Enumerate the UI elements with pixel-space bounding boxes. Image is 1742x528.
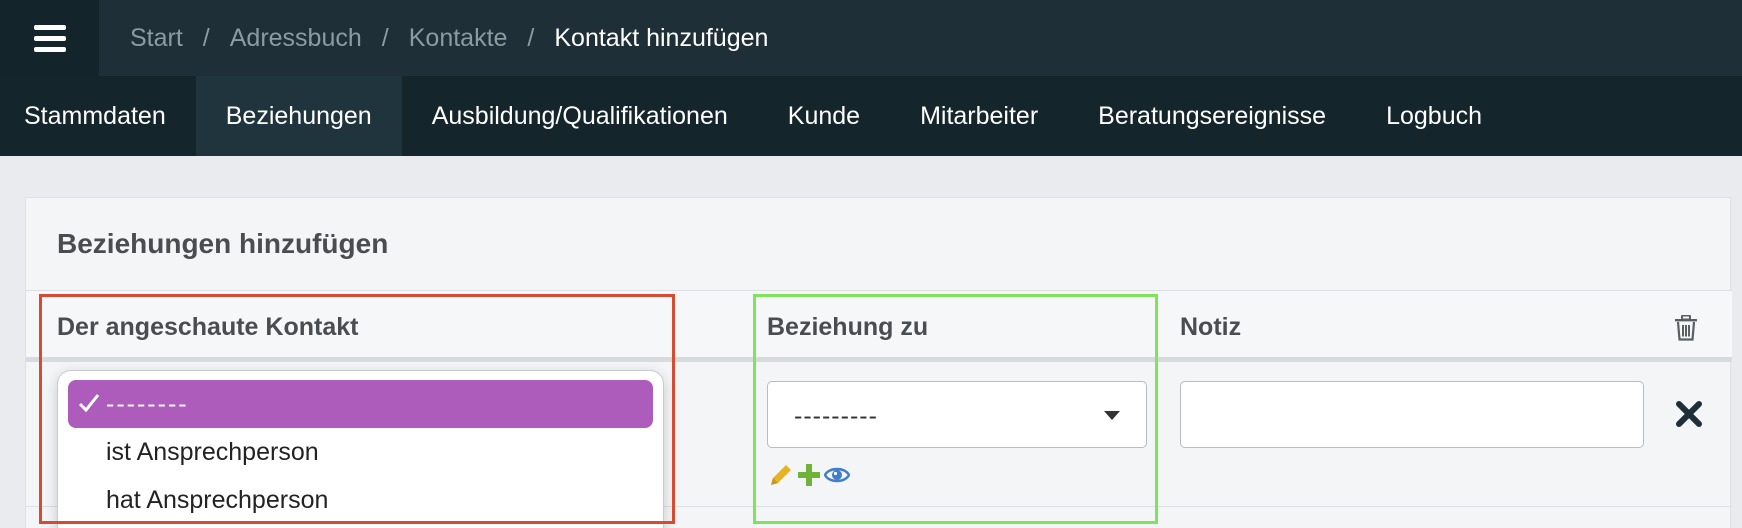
tab-logbuch[interactable]: Logbuch (1356, 76, 1512, 156)
note-input[interactable] (1180, 381, 1644, 448)
tab-beziehungen[interactable]: Beziehungen (195, 76, 402, 156)
plus-icon[interactable] (796, 462, 822, 488)
hamburger-menu-icon[interactable] (0, 0, 99, 76)
breadcrumb: Start / Adressbuch / Kontakte / Kontakt … (130, 23, 769, 53)
tab-ausbildung[interactable]: Ausbildung/Qualifikationen (402, 76, 758, 156)
checkmark-icon (78, 394, 100, 413)
relation-select-value: --------- (794, 402, 878, 430)
eye-icon[interactable] (824, 462, 850, 488)
tab-beratungsereignisse[interactable]: Beratungsereignisse (1068, 76, 1356, 156)
pencil-icon[interactable] (768, 462, 794, 488)
close-icon[interactable] (1674, 399, 1704, 429)
relation-select[interactable]: --------- (767, 381, 1147, 448)
card-title: Beziehungen hinzufügen (57, 228, 389, 259)
tab-stammdaten[interactable]: Stammdaten (0, 76, 196, 156)
dropdown-option-empty[interactable]: -------- (68, 380, 653, 428)
caret-down-icon (1104, 411, 1120, 420)
top-bar: Start / Adressbuch / Kontakte / Kontakt … (0, 0, 1742, 76)
breadcrumb-kontakte[interactable]: Kontakte (409, 24, 508, 53)
column-header-contact: Der angeschaute Kontakt (57, 313, 359, 341)
relation-action-icons (768, 462, 850, 488)
dropdown-option-hat-ansprechperson[interactable]: hat Ansprechperson (68, 476, 653, 524)
trash-icon[interactable] (1674, 315, 1698, 341)
contact-relation-dropdown[interactable]: -------- ist Ansprechperson hat Ansprech… (57, 370, 664, 528)
column-header-note: Notiz (1180, 313, 1242, 341)
breadcrumb-start[interactable]: Start (130, 24, 183, 53)
tab-bar: Stammdaten Beziehungen Ausbildung/Qualif… (0, 76, 1742, 156)
tab-mitarbeiter[interactable]: Mitarbeiter (890, 76, 1068, 156)
tab-kunde[interactable]: Kunde (758, 76, 890, 156)
relations-card: Beziehungen hinzufügen Der angeschaute K… (25, 197, 1732, 528)
dropdown-option-ist-ansprechperson[interactable]: ist Ansprechperson (68, 428, 653, 476)
breadcrumb-adressbuch[interactable]: Adressbuch (230, 24, 362, 53)
breadcrumb-current: Kontakt hinzufügen (554, 23, 769, 52)
table-header-row: Der angeschaute Kontakt Beziehung zu Not… (26, 290, 1732, 362)
column-header-relation: Beziehung zu (767, 313, 929, 341)
